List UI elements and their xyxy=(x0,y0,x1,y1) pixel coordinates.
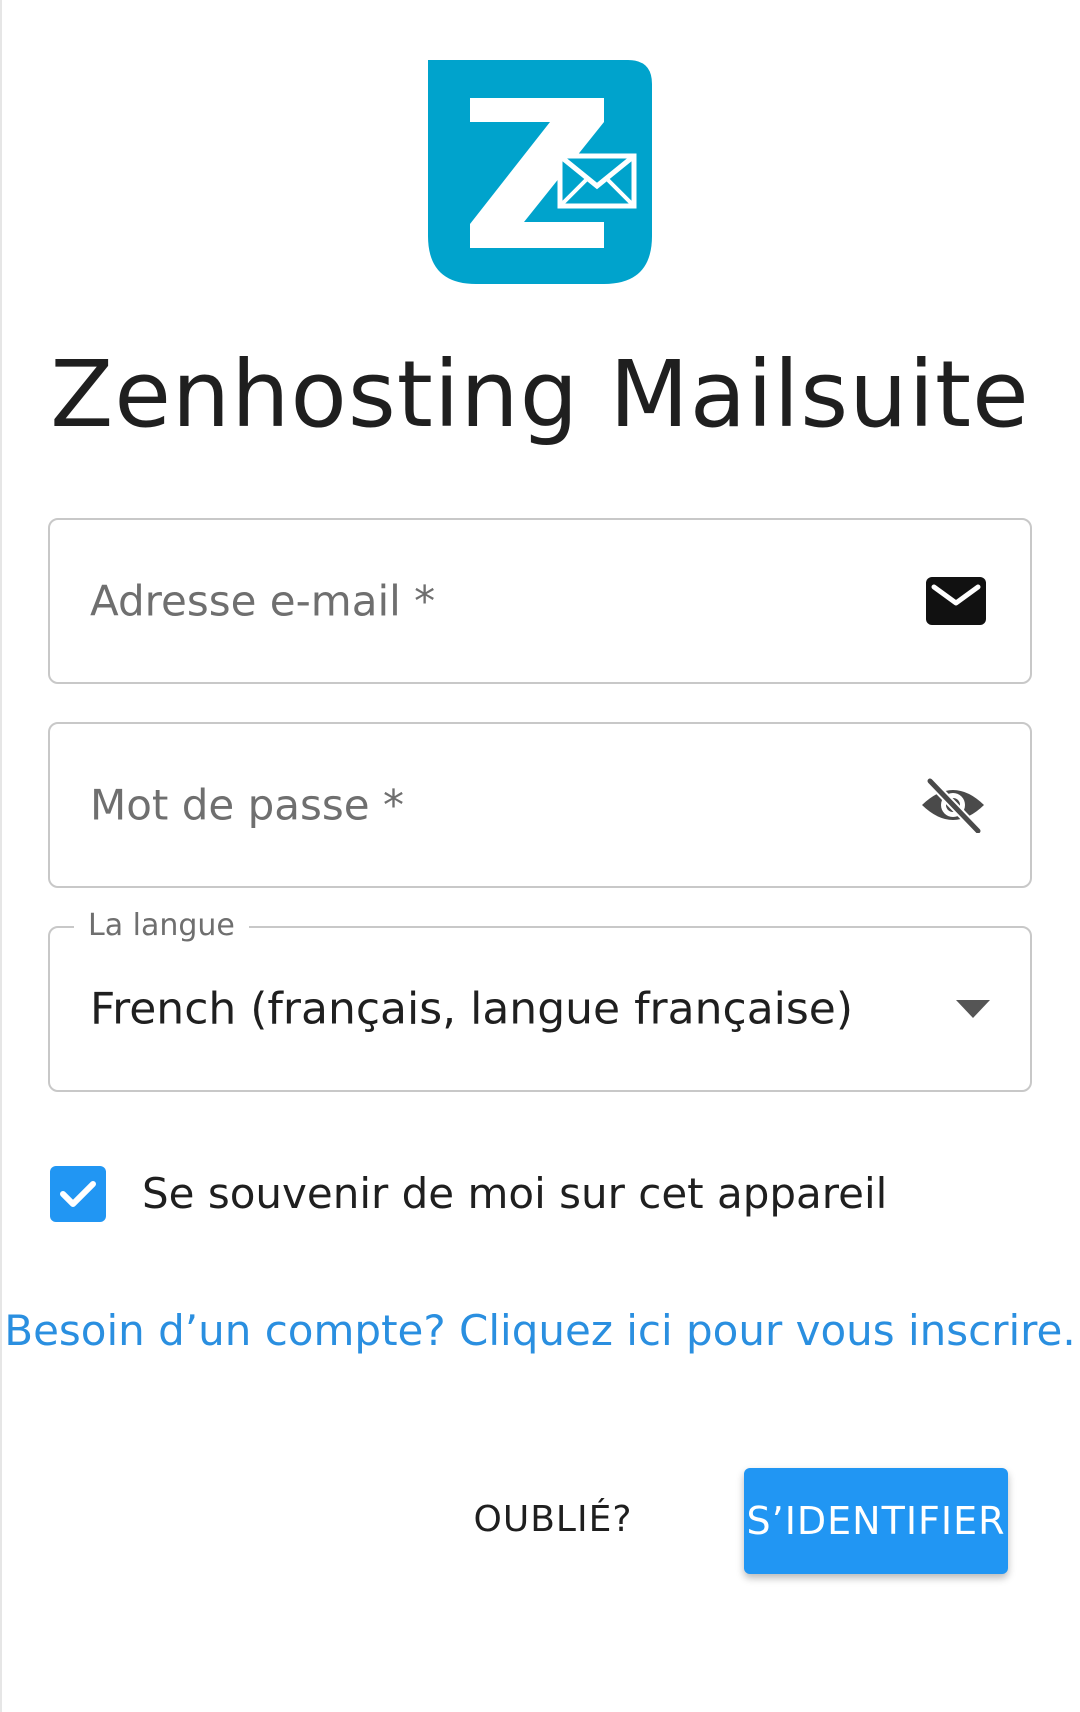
email-field[interactable]: Adresse e-mail * xyxy=(48,518,1032,684)
dropdown-arrow-icon[interactable] xyxy=(956,1000,990,1018)
password-field[interactable]: Mot de passe * xyxy=(48,722,1032,888)
eye-off-icon[interactable] xyxy=(920,777,986,833)
remember-me-label[interactable]: Se souvenir de moi sur cet appareil xyxy=(142,1166,887,1222)
language-selected-value: French (français, langue française) xyxy=(90,983,854,1035)
envelope-icon xyxy=(926,577,986,625)
left-edge-divider xyxy=(0,0,2,1712)
signin-button[interactable]: S’IDENTIFIER xyxy=(744,1468,1008,1574)
checkmark-icon xyxy=(60,1181,96,1207)
signup-link[interactable]: Besoin d’un compte? Cliquez ici pour vou… xyxy=(0,1306,1080,1355)
language-label: La langue xyxy=(74,906,249,946)
password-placeholder: Mot de passe * xyxy=(90,780,404,830)
forgot-password-button[interactable]: OUBLIÉ? xyxy=(468,1480,638,1560)
remember-me-checkbox[interactable] xyxy=(50,1166,106,1222)
zenhosting-logo-icon xyxy=(428,60,652,284)
email-placeholder: Adresse e-mail * xyxy=(90,576,436,626)
app-title: Zenhosting Mailsuite xyxy=(50,341,1030,448)
language-select[interactable]: La langue French (français, langue franç… xyxy=(48,906,1032,1092)
